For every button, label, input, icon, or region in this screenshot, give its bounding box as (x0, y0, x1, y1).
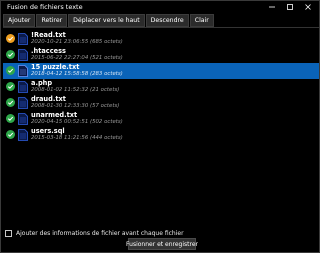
document-icon (18, 65, 28, 77)
clear-button[interactable]: Clair (189, 14, 214, 27)
file-name: .htaccess (31, 47, 66, 55)
file-list[interactable]: !Read.txt 2020-10-21 23:06:55 (685 octet… (3, 27, 319, 224)
maximize-button[interactable] (281, 1, 299, 13)
file-name: unarmed.txt (31, 111, 78, 119)
app-window: Fusion de fichiers texte Ajouter Retirer… (0, 0, 320, 253)
title-bar[interactable]: Fusion de fichiers texte (1, 1, 319, 13)
file-info: a.php 2008-01-02 11:52:32 (21 octets) (31, 79, 119, 95)
window-title: Fusion de fichiers texte (7, 3, 83, 11)
file-meta: 2018-04-12 15:58:58 (283 octets) (31, 71, 123, 77)
ok-check-icon (6, 130, 15, 139)
window-controls (263, 1, 317, 13)
file-name: a.php (31, 79, 53, 87)
warning-check-icon (6, 34, 15, 43)
ok-check-icon (6, 114, 15, 123)
file-meta: 2015-06-22 22:27:04 (521 octets) (31, 55, 123, 61)
file-info: !Read.txt 2020-10-21 23:06:55 (685 octet… (31, 31, 123, 47)
file-name: !Read.txt (31, 31, 66, 39)
file-info: 15 puzzle.txt 2018-04-12 15:58:58 (283 o… (31, 63, 123, 79)
file-row-selected[interactable]: 15 puzzle.txt 2018-04-12 15:58:58 (283 o… (3, 63, 319, 79)
add-button[interactable]: Ajouter (3, 14, 36, 27)
file-info: draud.txt 2008-01-30 12:33:30 (57 octets… (31, 95, 119, 111)
close-button[interactable] (299, 1, 317, 13)
toolbar: Ajouter Retirer Déplacer vers le haut De… (3, 14, 214, 27)
move-up-button[interactable]: Déplacer vers le haut (68, 14, 145, 27)
minimize-icon (269, 6, 275, 8)
minimize-button[interactable] (263, 1, 281, 13)
file-meta: 2008-01-30 12:33:30 (57 octets) (31, 103, 120, 109)
file-row[interactable]: !Read.txt 2020-10-21 23:06:55 (685 octet… (3, 31, 319, 47)
document-icon (18, 81, 28, 93)
move-down-button[interactable]: Descendre (145, 14, 189, 27)
document-icon (18, 49, 28, 61)
file-row[interactable]: unarmed.txt 2020-04-15 00:52:51 (502 oct… (3, 111, 319, 127)
document-icon (18, 113, 28, 125)
file-info: .htaccess 2015-06-22 22:27:04 (521 octet… (31, 47, 123, 63)
remove-button[interactable]: Retirer (36, 14, 68, 27)
file-meta: 2015-03-18 11:21:56 (444 octets) (31, 135, 123, 141)
file-row[interactable]: a.php 2008-01-02 11:52:32 (21 octets) (3, 79, 319, 95)
add-info-option[interactable]: Ajouter des informations de fichier avan… (5, 229, 184, 237)
add-info-checkbox[interactable] (5, 229, 12, 237)
file-info: users.sql 2015-03-18 11:21:56 (444 octet… (31, 127, 123, 143)
file-row[interactable]: draud.txt 2008-01-30 12:33:30 (57 octets… (3, 95, 319, 111)
file-row[interactable]: .htaccess 2015-06-22 22:27:04 (521 octet… (3, 47, 319, 63)
ok-check-icon (6, 82, 15, 91)
ok-check-icon (6, 66, 15, 75)
ok-check-icon (6, 98, 15, 107)
file-meta: 2020-10-21 23:06:55 (685 octets) (31, 39, 123, 45)
file-info: unarmed.txt 2020-04-15 00:52:51 (502 oct… (31, 111, 123, 127)
add-info-label: Ajouter des informations de fichier avan… (16, 229, 184, 237)
file-name: users.sql (31, 127, 65, 135)
maximize-icon (287, 4, 293, 10)
file-name: 15 puzzle.txt (31, 63, 80, 71)
document-icon (18, 97, 28, 109)
file-meta: 2008-01-02 11:52:32 (21 octets) (31, 87, 120, 93)
close-icon (305, 4, 311, 10)
file-meta: 2020-04-15 00:52:51 (502 octets) (31, 119, 123, 125)
ok-check-icon (6, 50, 15, 59)
document-icon (18, 129, 28, 141)
file-name: draud.txt (31, 95, 66, 103)
document-icon (18, 33, 28, 45)
file-row[interactable]: users.sql 2015-03-18 11:21:56 (444 octet… (3, 127, 319, 143)
merge-save-button[interactable]: Fusionner et enregistrer (126, 238, 198, 250)
